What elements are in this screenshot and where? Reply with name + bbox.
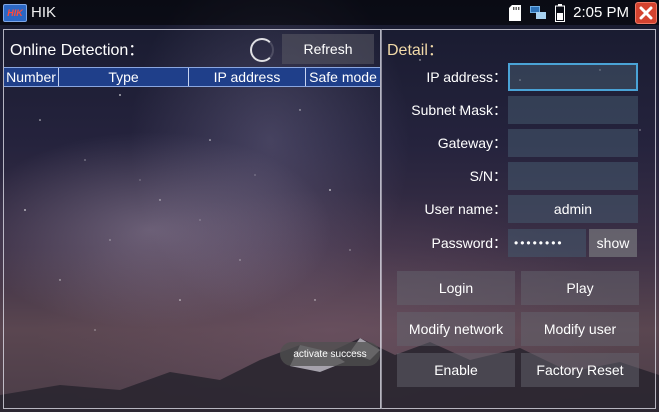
device-table-header: Number Type IP address Safe mode — [4, 67, 380, 87]
user-name-label: User name： — [424, 201, 507, 217]
serial-number-label: S/N： — [469, 168, 507, 184]
hik-logo-icon: HIK — [3, 3, 27, 22]
battery-icon — [555, 3, 566, 22]
gateway-input[interactable] — [508, 129, 638, 157]
column-header-number[interactable]: Number — [4, 68, 59, 86]
close-icon — [639, 6, 653, 19]
login-button[interactable]: Login — [397, 271, 515, 305]
enable-button[interactable]: Enable — [397, 353, 515, 387]
user-name-input[interactable]: admin — [508, 195, 638, 223]
online-detection-panel: Online Detection： Refresh Number Type IP… — [3, 29, 381, 409]
gateway-row: Gateway： — [382, 129, 655, 157]
password-input[interactable]: •••••••• — [508, 229, 586, 257]
app-title: HIK — [31, 4, 57, 21]
serial-number-input[interactable] — [508, 162, 638, 190]
clock-time: 2:05 PM — [573, 4, 629, 21]
ip-address-input[interactable] — [508, 63, 638, 91]
ip-address-row: IP address： — [382, 63, 655, 91]
network-icon — [529, 5, 547, 21]
detail-title: Detail： — [387, 42, 444, 59]
column-header-ip-address[interactable]: IP address — [189, 68, 306, 86]
refresh-button[interactable]: Refresh — [282, 34, 374, 64]
modify-user-button[interactable]: Modify user — [521, 312, 639, 346]
column-header-safe-mode[interactable]: Safe mode — [306, 68, 380, 86]
subnet-mask-label: Subnet Mask： — [411, 102, 507, 118]
status-icons: 2:05 PM — [509, 0, 659, 25]
loading-spinner-icon — [250, 38, 274, 62]
online-detection-title: Online Detection： — [10, 42, 145, 59]
sd-card-icon — [509, 4, 522, 21]
show-password-button[interactable]: show — [589, 229, 637, 257]
ip-address-label: IP address： — [426, 69, 507, 85]
user-name-row: User name： admin — [382, 195, 655, 223]
subnet-mask-input[interactable] — [508, 96, 638, 124]
play-button[interactable]: Play — [521, 271, 639, 305]
detail-panel: Detail： IP address： Subnet Mask： Gateway… — [381, 29, 656, 409]
password-label: Password： — [431, 235, 507, 251]
factory-reset-button[interactable]: Factory Reset — [521, 353, 639, 387]
activate-success-toast: activate success — [280, 342, 380, 366]
subnet-mask-row: Subnet Mask： — [382, 96, 655, 124]
gateway-label: Gateway： — [437, 135, 507, 151]
column-header-type[interactable]: Type — [59, 68, 189, 86]
status-bar: HIK HIK 2:05 PM — [0, 0, 659, 25]
serial-number-row: S/N： — [382, 162, 655, 190]
modify-network-button[interactable]: Modify network — [397, 312, 515, 346]
password-row: Password： •••••••• show — [382, 229, 655, 257]
close-button[interactable] — [635, 1, 657, 24]
